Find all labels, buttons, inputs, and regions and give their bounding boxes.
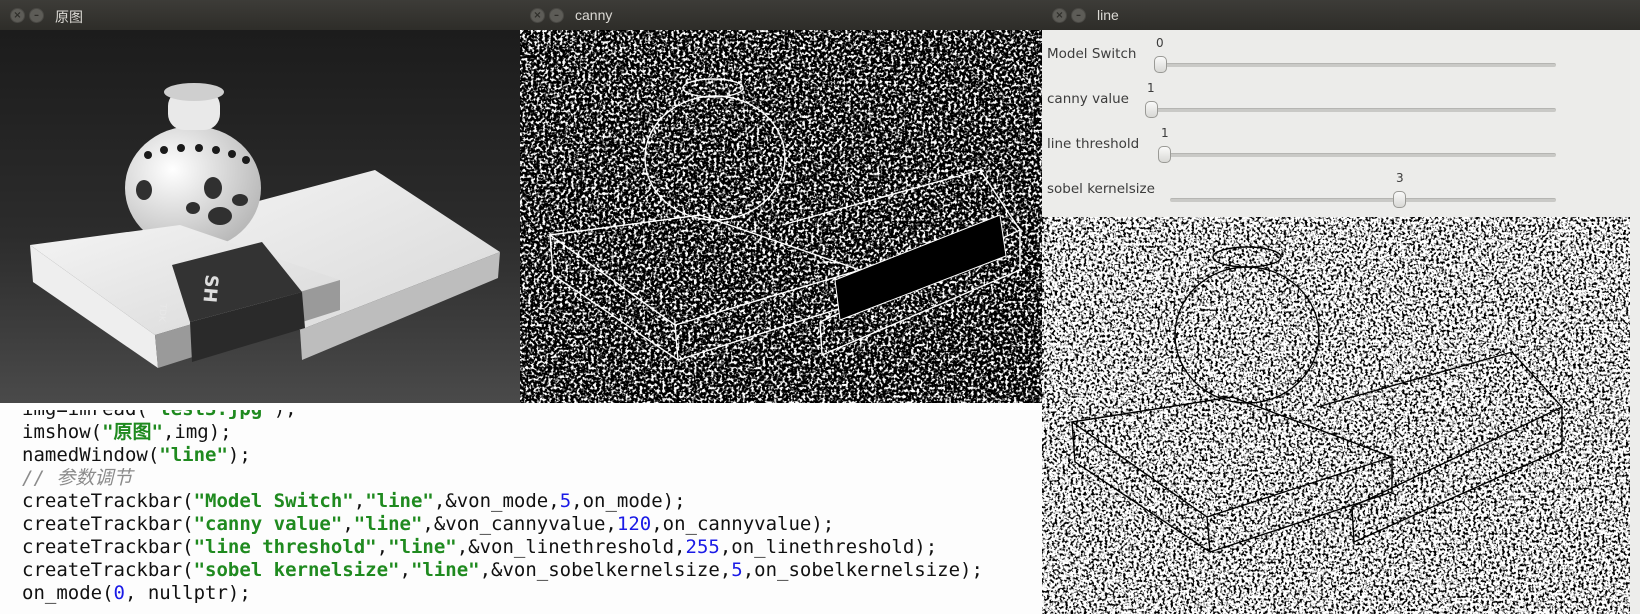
- code-token: "line": [159, 444, 228, 466]
- trackbar-value: 1: [1147, 81, 1155, 95]
- code-token: img=imread(: [22, 410, 148, 420]
- code-token: "Model Switch": [193, 490, 354, 512]
- code-token: );: [227, 444, 251, 466]
- trackbar-label: line threshold: [1047, 136, 1140, 152]
- code-token: "sobel kernelsize": [193, 559, 400, 581]
- svg-text:SH: SH: [198, 274, 221, 304]
- code-token: ,: [342, 513, 354, 535]
- minimize-icon[interactable]: –: [1071, 8, 1086, 23]
- window-title: 原图: [55, 9, 83, 25]
- trackbar-groove[interactable]: [1145, 108, 1556, 112]
- svg-text:TDK: TDK: [156, 302, 168, 323]
- code-token: "line": [388, 536, 457, 558]
- code-line: createTrackbar("sobel kernelsize","line"…: [22, 558, 983, 582]
- code-token: "test3.jpg": [148, 410, 274, 420]
- photo-vase-and-box-image: SH TDK: [0, 30, 520, 403]
- code-token: ,&von_linethreshold,: [456, 536, 686, 558]
- code-line: createTrackbar("line threshold","line",&…: [22, 535, 937, 559]
- code-line: // 参数调节: [22, 466, 132, 490]
- close-icon[interactable]: ×: [1052, 8, 1067, 23]
- trackbar-label: canny value: [1047, 91, 1129, 107]
- window-title: canny: [575, 7, 613, 23]
- trackbar-slider-handle[interactable]: [1158, 146, 1171, 163]
- original-image-window: × – 原图 SH TDK: [0, 0, 520, 403]
- minimize-icon[interactable]: –: [549, 8, 564, 23]
- window-title: line: [1097, 7, 1119, 23]
- code-line: createTrackbar("canny value","line",&von…: [22, 512, 834, 536]
- trackbar-label: Model Switch: [1047, 46, 1137, 62]
- trackbar-value: 1: [1161, 126, 1169, 140]
- code-token: namedWindow(: [22, 444, 160, 466]
- trackbar-panel: Model Switch 0 canny value 1 line thresh…: [1042, 30, 1640, 217]
- code-token: // 参数调节: [22, 467, 133, 489]
- code-token: 120: [616, 513, 652, 535]
- code-token: ,&von_mode,: [433, 490, 560, 512]
- code-token: 5: [731, 559, 743, 581]
- code-token: 5: [559, 490, 572, 512]
- code-token: 255: [685, 536, 720, 558]
- window-titlebar[interactable]: × – line: [1042, 0, 1640, 30]
- close-icon[interactable]: ×: [10, 8, 25, 23]
- code-token: ,&von_sobelkernelsize,: [479, 559, 732, 581]
- code-token: "原图": [102, 421, 163, 443]
- code-token: createTrackbar(: [22, 536, 194, 558]
- desktop-edge: [1630, 30, 1640, 614]
- code-token: ,on_sobelkernelsize);: [742, 559, 983, 581]
- code-token: ,: [353, 490, 366, 512]
- code-token: ,on_cannyvalue);: [651, 513, 835, 535]
- close-icon[interactable]: ×: [530, 8, 545, 23]
- code-line: on_mode(0, nullptr);: [22, 581, 251, 605]
- line-edge-map-image: [1042, 217, 1640, 614]
- code-token: on_mode(: [22, 582, 114, 604]
- trackbar-value: 3: [1396, 171, 1404, 185]
- code-token: 0: [113, 582, 125, 604]
- code-token: "line": [353, 513, 423, 535]
- code-token: ,&von_cannyvalue,: [422, 513, 617, 535]
- code-token: "line": [410, 559, 480, 581]
- code-line: namedWindow("line");: [22, 443, 251, 467]
- canny-edge-image: [520, 30, 1042, 403]
- canny-window: × – canny: [520, 0, 1042, 403]
- code-token: createTrackbar(: [22, 490, 194, 512]
- code-token: "line threshold": [193, 536, 377, 558]
- trackbar-model-switch: Model Switch 0: [1042, 30, 1640, 77]
- code-token: ,on_linethreshold);: [719, 536, 938, 558]
- trackbar-groove[interactable]: [1156, 63, 1556, 67]
- code-line: imshow("原图",img);: [22, 420, 232, 444]
- window-titlebar[interactable]: × – canny: [520, 0, 1042, 30]
- trackbar-canny-value: canny value 1: [1042, 75, 1640, 122]
- trackbar-label: sobel kernelsize: [1047, 181, 1155, 197]
- code-token: "line": [365, 490, 434, 512]
- code-token: , nullptr);: [124, 582, 251, 604]
- line-output-image: [1042, 217, 1640, 614]
- code-line: createTrackbar("Model Switch","line",&vo…: [22, 489, 686, 513]
- code-token: ,img);: [162, 421, 232, 443]
- trackbar-groove[interactable]: [1158, 153, 1556, 157]
- trackbar-groove[interactable]: [1170, 198, 1556, 202]
- code-token: createTrackbar(: [22, 559, 194, 581]
- trackbar-slider-handle[interactable]: [1154, 56, 1167, 73]
- original-photo: SH TDK: [0, 30, 520, 403]
- canny-edge-map-image: [520, 30, 1042, 403]
- trackbar-value: 0: [1156, 36, 1164, 50]
- trackbar-slider-handle[interactable]: [1393, 191, 1406, 208]
- trackbar-sobel-kernelsize: sobel kernelsize 3: [1042, 165, 1640, 212]
- code-token: );: [274, 410, 297, 420]
- code-token: ,: [376, 536, 389, 558]
- code-token: createTrackbar(: [22, 513, 194, 535]
- code-token: "canny value": [193, 513, 343, 535]
- window-titlebar[interactable]: × – 原图: [0, 0, 520, 30]
- minimize-icon[interactable]: –: [29, 8, 44, 23]
- code-editor[interactable]: img=imread("test3.jpg");imshow("原图",img)…: [0, 410, 1088, 614]
- trackbar-slider-handle[interactable]: [1145, 101, 1158, 118]
- trackbar-line-threshold: line threshold 1: [1042, 120, 1640, 167]
- code-token: ,: [399, 559, 411, 581]
- code-token: ,on_mode);: [571, 490, 686, 512]
- line-window: × – line Model Switch 0 canny value 1 li…: [1042, 0, 1640, 614]
- code-token: imshow(: [22, 421, 103, 443]
